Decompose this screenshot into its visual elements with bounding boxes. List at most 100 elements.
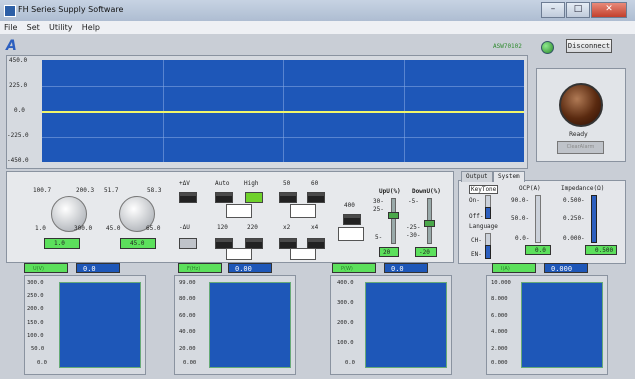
auto-label: Auto (215, 180, 230, 187)
disconnect-button[interactable]: Disconnect (566, 39, 612, 53)
downu-slider-thumb[interactable] (424, 220, 435, 227)
meter-tick: 4.000 (491, 329, 508, 335)
clear-alarm-button[interactable]: ClearAlarm (557, 141, 604, 154)
keytone-switch-thumb[interactable] (485, 207, 491, 219)
settings-tab-panel: Output System KeyTone On- Off- Language … (458, 171, 626, 264)
meter-title: P(W) (332, 263, 376, 273)
meter-tick: 150.0 (27, 320, 44, 326)
meter-tick: 60.00 (179, 313, 196, 319)
y-tick: 450.0 (9, 57, 28, 64)
ocp-input[interactable]: 0.0 (525, 245, 551, 255)
power-meter: 400.0 300.0 200.0 100.0 0.0 (330, 275, 452, 375)
frequency-input[interactable]: 45.0 (120, 238, 156, 249)
50hz-button[interactable] (279, 192, 297, 203)
impedance-tick: 0.250- (563, 215, 585, 222)
minimize-button[interactable]: – (541, 2, 565, 18)
keytone-on-label: On- (469, 197, 480, 204)
meter-title: F(Hz) (178, 263, 222, 273)
menu-set[interactable]: Set (27, 21, 40, 34)
plus-delta-v-label: +ΔV (179, 180, 190, 187)
auto-button[interactable] (215, 192, 233, 203)
meter-tick: 300.0 (337, 300, 354, 306)
220v-label: 220 (247, 224, 258, 231)
impedance-tick: 0.000- (563, 235, 585, 242)
status-text: Ready (569, 131, 588, 138)
close-button[interactable]: ✕ (591, 2, 627, 18)
title-bar: FH Series Supply Software – □ ✕ (0, 0, 635, 22)
language-ch-label: CH- (471, 237, 482, 244)
meter-title: I(A) (492, 263, 536, 273)
knob2-tick: 58.3 (147, 187, 162, 194)
tab-system[interactable]: System (493, 171, 525, 182)
upu-tick: 25- (373, 206, 384, 213)
main-panel: A ASW70102 Disconnect 450.0 225.0 0.0 -2… (0, 34, 635, 379)
waveform-trace (42, 111, 524, 113)
menu-file[interactable]: File (4, 21, 17, 34)
meter-tick: 0.0 (37, 360, 47, 366)
meter-title: U(V) (24, 263, 68, 273)
meter-tick: 20.00 (179, 346, 196, 352)
status-panel: Ready ClearAlarm (536, 68, 626, 162)
upu-slider[interactable] (391, 198, 396, 244)
x2-label: x2 (283, 224, 291, 231)
meter-value: 0.0 (384, 263, 428, 273)
x4-label: x4 (311, 224, 319, 231)
400hz-button[interactable] (343, 214, 361, 225)
meter-tick: 8.000 (491, 296, 508, 302)
meter-tick: 0.0 (345, 360, 355, 366)
current-meter: 10.000 8.000 6.000 4.000 2.000 0.000 (486, 275, 608, 375)
meter-tick: 80.00 (179, 296, 196, 302)
y-tick: -225.0 (7, 132, 29, 139)
impedance-input[interactable]: 0.500 (585, 245, 617, 255)
voltage-meter-plot (59, 282, 141, 368)
voltage-input[interactable]: 1.0 (44, 238, 80, 249)
meter-tick: 0.000 (491, 360, 508, 366)
knob1-tick: 100.7 (33, 187, 52, 194)
waveform-graph: 450.0 225.0 0.0 -225.0 -450.0 (6, 55, 528, 169)
minus-delta-u-label: -ΔU (179, 224, 190, 231)
ocp-slider[interactable] (535, 195, 541, 243)
maximize-button[interactable]: □ (566, 2, 590, 18)
menu-utility[interactable]: Utility (49, 21, 73, 34)
status-lamp (559, 83, 603, 127)
meter-tick: 40.00 (179, 329, 196, 335)
meter-tick: 6.000 (491, 313, 508, 319)
downu-tick: -5- (408, 198, 419, 205)
downu-tick: -30- (406, 232, 421, 239)
upu-input[interactable]: 20 (379, 247, 399, 257)
ocp-label: OCP(A) (519, 185, 541, 192)
upu-slider-thumb[interactable] (388, 212, 399, 219)
downu-label: DownU(%) (412, 188, 441, 195)
knob2-tick: 65.0 (146, 225, 161, 232)
frequency-meter: 99.00 80.00 60.00 40.00 20.00 0.00 (174, 275, 296, 375)
high-button[interactable] (245, 192, 263, 203)
400hz-indicator (338, 227, 364, 241)
meter-tick: 2.000 (491, 346, 508, 352)
upu-label: UpU(%) (379, 188, 401, 195)
meter-value: 0.00 (228, 263, 272, 273)
tab-output[interactable]: Output (461, 171, 493, 182)
meter-tick: 10.000 (491, 280, 511, 286)
frequency-indicator (290, 204, 316, 218)
60hz-button[interactable] (307, 192, 325, 203)
downu-input[interactable]: -20 (415, 247, 437, 257)
language-label: Language (469, 223, 498, 230)
menu-help[interactable]: Help (82, 21, 100, 34)
language-switch-thumb[interactable] (485, 245, 491, 259)
plus-delta-v-button[interactable] (179, 192, 197, 203)
power-meter-plot (365, 282, 447, 368)
language-en-label: EN- (471, 251, 482, 258)
ocp-tick: 90.0- (511, 197, 530, 204)
minus-delta-u-button[interactable] (179, 238, 197, 249)
upu-tick: 30- (373, 198, 384, 205)
y-tick: -450.0 (7, 157, 29, 164)
meter-tick: 250.0 (27, 293, 44, 299)
range-indicator (226, 204, 252, 218)
meter-tick: 0.00 (183, 360, 197, 366)
meter-tick: 300.0 (27, 280, 44, 286)
impedance-slider-fill (591, 195, 597, 243)
meter-value: 0.000 (544, 263, 588, 273)
meter-value: 0.0 (76, 263, 120, 273)
y-tick: 225.0 (9, 82, 28, 89)
voltage-meter: 300.0 250.0 200.0 150.0 100.0 50.0 0.0 (24, 275, 146, 375)
